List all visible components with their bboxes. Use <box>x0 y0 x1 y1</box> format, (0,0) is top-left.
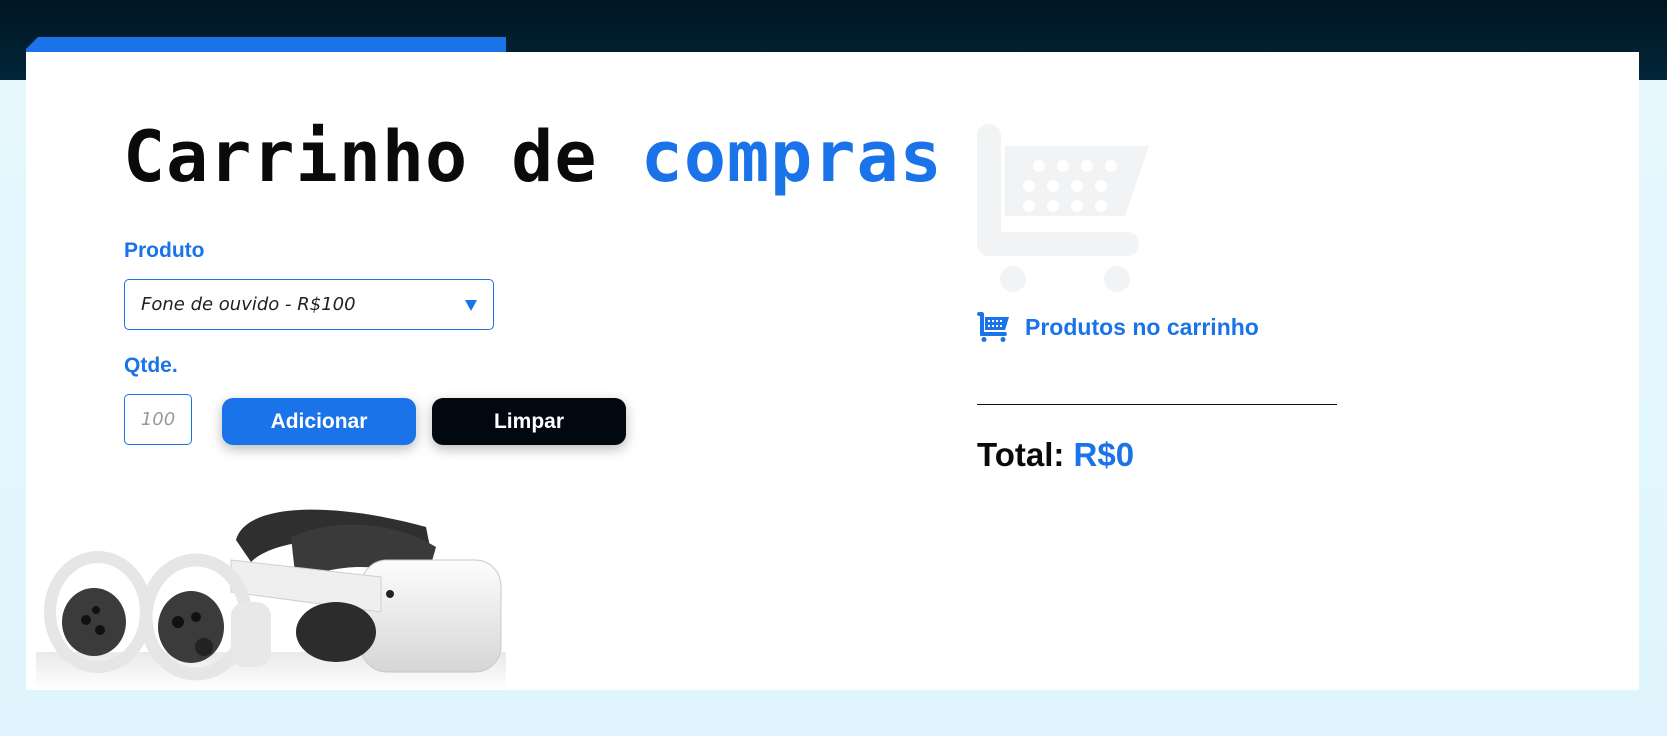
total-value: R$0 <box>1073 436 1135 473</box>
cart-total: Total: R$0 <box>977 436 1134 474</box>
add-button[interactable]: Adicionar <box>222 398 416 445</box>
shopping-cart-icon <box>977 312 1009 342</box>
cart-divider <box>977 404 1337 405</box>
caret-down-icon <box>465 300 477 311</box>
clear-button[interactable]: Limpar <box>432 398 626 445</box>
product-select-value: Fone de ouvido - R$100 <box>141 294 356 315</box>
cart-title: Produtos no carrinho <box>1025 313 1259 340</box>
product-label: Produto <box>124 239 205 262</box>
quantity-input[interactable] <box>124 394 192 445</box>
page-title: Carrinho de compras <box>123 122 943 192</box>
vr-headset-image <box>36 509 506 690</box>
total-label: Total: <box>977 436 1065 473</box>
main-card: Carrinho de compras Produto Fone de ouvi… <box>26 52 1639 690</box>
title-text: Carrinho de <box>123 116 598 198</box>
product-select[interactable]: Fone de ouvido - R$100 <box>124 279 494 330</box>
qty-label: Qtde. <box>124 354 178 377</box>
shopping-cart-icon <box>977 124 1149 292</box>
title-highlight: compras <box>640 116 943 198</box>
cart-header: Produtos no carrinho <box>977 312 1259 342</box>
